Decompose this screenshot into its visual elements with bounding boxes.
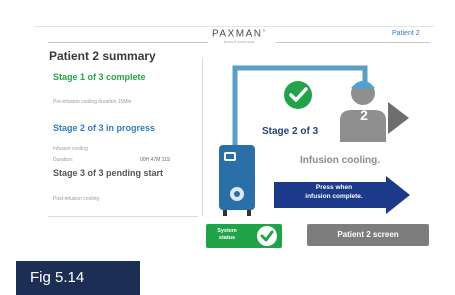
brand-logo: PAXMAN® SCALP COOLING [212, 28, 267, 44]
duration-label: Duration: [53, 157, 74, 163]
registered-mark: ® [262, 28, 267, 33]
header-divider-right [276, 42, 430, 43]
duration-value: 00H 47M 11S [140, 157, 171, 163]
stage-indicator: Stage 2 of 3 [262, 126, 319, 137]
brand-subtitle: SCALP COOLING [224, 40, 255, 45]
cooling-machine-icon [219, 145, 255, 216]
infusion-complete-line1: Press when [315, 184, 353, 191]
system-status-button[interactable]: System status [206, 224, 282, 248]
patient-tab[interactable]: Patient 2 [392, 30, 420, 37]
summary-bottom-divider [48, 216, 198, 217]
system-status-label: System status [212, 228, 242, 242]
stage3-status: Stage 3 of 3 pending start [53, 168, 164, 178]
brand-name: PAXMAN [212, 28, 263, 40]
stage-check-icon [284, 81, 312, 109]
stage3-detail: Post-infusion cooling [53, 196, 100, 202]
stage1-status: Stage 1 of 3 complete [53, 72, 146, 82]
status-ok-icon [257, 226, 277, 246]
system-status-line2: status [218, 235, 236, 241]
infusion-complete-label: Press when infusion complete. [278, 183, 390, 201]
figure-caption: Fig 5.14 [16, 261, 140, 295]
patient-screen-button[interactable]: Patient 2 screen [307, 224, 429, 246]
summary-title: Patient 2 summary [49, 49, 156, 63]
infusion-complete-button[interactable]: Press when infusion complete. [274, 176, 410, 214]
stage1-detail: Pre-infusion cooling duration 15Min [53, 99, 132, 105]
system-status-line1: System [217, 228, 237, 234]
patient-number: 2 [360, 107, 368, 123]
mode-label: Infusion cooling. [300, 155, 380, 166]
stage2-detail: Infusion cooling [53, 146, 88, 152]
header-divider-left [48, 42, 208, 43]
panel-divider [202, 58, 203, 216]
infusion-complete-line2: infusion complete. [305, 193, 363, 200]
patient-icon [340, 81, 409, 142]
stage2-status: Stage 2 of 3 in progress [53, 123, 156, 133]
